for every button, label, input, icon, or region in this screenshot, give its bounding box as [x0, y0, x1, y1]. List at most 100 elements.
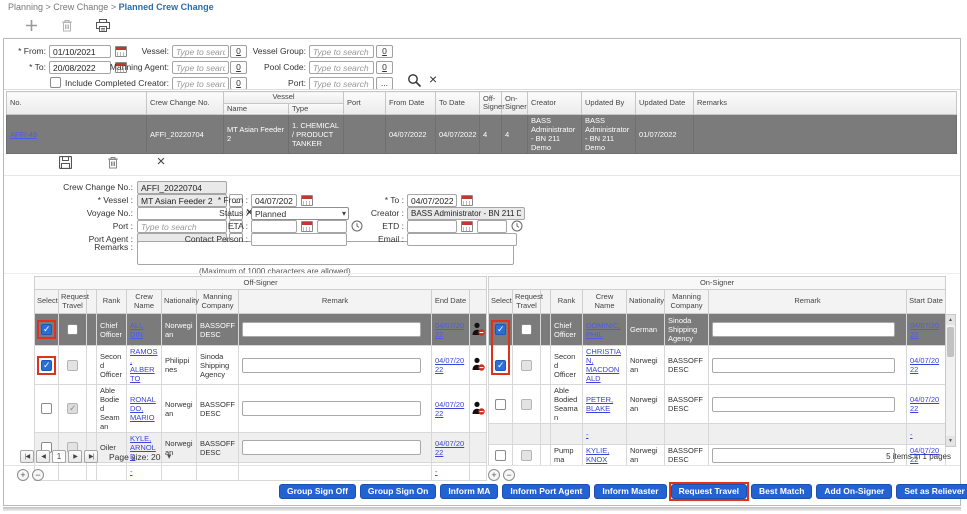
grid-row-selected[interactable]: AFFI-49 AFFI_20220704 MT Asian Feeder 2 …: [7, 115, 957, 154]
off-end-date-link[interactable]: 04/07/2022: [435, 321, 464, 339]
save-icon[interactable]: [56, 154, 74, 170]
on-header-rank[interactable]: Rank: [551, 290, 583, 314]
on-crew-name-link[interactable]: PETER, BLAKE: [586, 395, 613, 413]
grid-header-updated-date[interactable]: Updated Date: [636, 92, 694, 115]
filter-to-input[interactable]: [49, 61, 111, 74]
group-sign-off-button[interactable]: Group Sign Off: [279, 484, 356, 499]
off-remark-input-3[interactable]: [242, 440, 421, 455]
on-signer-row[interactable]: Able Bodied Seaman PETER, BLAKE Norwegia…: [489, 385, 946, 424]
grid-header-vessel-name[interactable]: Name: [224, 103, 289, 115]
breadcrumb-trail[interactable]: Planning > Crew Change >: [8, 2, 116, 12]
grid-header-remarks[interactable]: Remarks: [694, 92, 957, 115]
on-start-date-link[interactable]: 04/07/2022: [910, 321, 939, 339]
clock-icon[interactable]: [511, 220, 523, 232]
off-header-crew-name[interactable]: Crew Name: [127, 290, 162, 314]
delete-record-icon[interactable]: [104, 154, 122, 170]
clear-search-icon[interactable]: ×: [429, 71, 437, 87]
calendar-icon[interactable]: [301, 195, 313, 206]
filter-vessel-group-input[interactable]: [309, 45, 374, 58]
filter-manning-agent-input[interactable]: [172, 61, 229, 74]
grid-header-crew-change-no[interactable]: Crew Change No.: [147, 92, 224, 115]
on-add-row-icon[interactable]: +: [488, 469, 500, 481]
crew-change-link[interactable]: AFFI-49: [10, 130, 37, 139]
on-remark-input-2[interactable]: [712, 397, 895, 412]
off-end-date-link[interactable]: 04/07/2022: [435, 439, 464, 457]
on-select-checkbox-0[interactable]: [495, 324, 506, 335]
off-select-checkbox-2[interactable]: [41, 403, 52, 414]
page-size-value[interactable]: 20: [151, 452, 160, 462]
delete-icon[interactable]: [58, 17, 76, 33]
pager-page-button[interactable]: 1: [52, 450, 66, 463]
grid-header-updated-by[interactable]: Updated By: [582, 92, 636, 115]
include-completed-checkbox[interactable]: [50, 77, 61, 88]
on-select-checkbox-1[interactable]: [495, 360, 506, 371]
on-remark-input-1[interactable]: [712, 358, 895, 373]
request-travel-button[interactable]: Request Travel: [671, 484, 747, 499]
grid-header-on-signer[interactable]: On-Signer: [502, 92, 528, 115]
on-select-checkbox-4[interactable]: [495, 450, 506, 461]
off-crew-name-link[interactable]: RAMOS, ALBERTO: [130, 347, 158, 383]
add-icon[interactable]: [22, 17, 40, 33]
scrollbar-thumb[interactable]: [947, 327, 954, 357]
on-signer-row[interactable]: Second Officer CHRISTIAN, MACDONALD Norw…: [489, 346, 946, 385]
inform-port-agent-button[interactable]: Inform Port Agent: [502, 484, 590, 499]
on-header-nationality[interactable]: Nationality: [627, 290, 665, 314]
grid-header-vessel-type[interactable]: Type: [289, 103, 344, 115]
on-header-manning-company[interactable]: Manning Company: [665, 290, 709, 314]
add-on-signer-button[interactable]: Add On-Signer: [816, 484, 892, 499]
crew-scrollbar[interactable]: ▲ ▼: [945, 314, 956, 447]
sign-off-person-icon[interactable]: [472, 401, 485, 415]
off-end-date-link[interactable]: 04/07/2022: [435, 356, 464, 374]
off-signer-row[interactable]: Chief Officer ALI, DIN Norwegian BASSOFF…: [35, 314, 487, 346]
set-as-reliever-button[interactable]: Set as Reliever: [896, 484, 967, 499]
scroll-up-icon[interactable]: ▲: [946, 315, 955, 325]
on-start-date-link[interactable]: 04/07/2022: [910, 395, 939, 413]
print-icon[interactable]: [94, 17, 112, 33]
inform-master-button[interactable]: Inform Master: [594, 484, 666, 499]
etd-time-field[interactable]: [477, 220, 507, 233]
scroll-down-icon[interactable]: ▼: [946, 436, 955, 446]
off-crew-name-link[interactable]: RONALDO, MARIO: [130, 395, 156, 422]
off-crew-name-link[interactable]: ALI, DIN: [130, 321, 143, 339]
detail-to-field[interactable]: [407, 194, 457, 207]
off-header-rank[interactable]: Rank: [97, 290, 127, 314]
etd-date-field[interactable]: [407, 220, 457, 233]
on-remark-input-0[interactable]: [712, 322, 895, 337]
on-header-start-date[interactable]: Start Date: [907, 290, 946, 314]
grid-header-to-date[interactable]: To Date: [436, 92, 480, 115]
off-header-manning-company[interactable]: Manning Company: [197, 290, 239, 314]
on-crew-name-link[interactable]: CHRISTIAN, MACDONALD: [586, 347, 621, 383]
email-field[interactable]: [407, 233, 517, 246]
on-crew-name-link[interactable]: DOMINIC, PHIL: [586, 321, 621, 339]
sign-off-person-icon[interactable]: [472, 322, 485, 336]
filter-pool-code-input[interactable]: [309, 61, 374, 74]
off-header-end-date[interactable]: End Date: [432, 290, 470, 314]
grid-header-creator[interactable]: Creator: [528, 92, 582, 115]
close-record-icon[interactable]: ×: [152, 153, 170, 169]
grid-header-from-date[interactable]: From Date: [386, 92, 436, 115]
filter-vessel-input[interactable]: [172, 45, 229, 58]
off-add-row-icon[interactable]: +: [17, 469, 29, 481]
off-remark-input-0[interactable]: [242, 322, 421, 337]
best-match-button[interactable]: Best Match: [751, 484, 812, 499]
on-request-travel-checkbox-0[interactable]: [521, 324, 532, 335]
off-signer-row[interactable]: Able Bodied Seaman RONALDO, MARIO Norweg…: [35, 385, 487, 433]
vessel-group-lookup-button[interactable]: 0: [376, 45, 393, 58]
off-request-travel-checkbox-0[interactable]: [67, 324, 78, 335]
pager-prev-button[interactable]: ◀: [36, 450, 50, 463]
calendar-icon[interactable]: [461, 195, 473, 206]
pool-code-lookup-button[interactable]: 0: [376, 61, 393, 74]
off-signer-row[interactable]: Second Officer RAMOS, ALBERTO Philippine…: [35, 346, 487, 385]
page-size-dropdown-icon[interactable]: ▾: [167, 451, 171, 462]
pager-last-button[interactable]: ▶|: [84, 450, 98, 463]
off-signer-row[interactable]: Oiler KYLE, ARNOLD Norwegian BASSOFF DES…: [35, 433, 487, 463]
pager-next-button[interactable]: ▶: [68, 450, 82, 463]
on-select-checkbox-2[interactable]: [495, 399, 506, 410]
grid-header-no[interactable]: No.: [7, 92, 147, 115]
off-select-checkbox-1[interactable]: [41, 360, 52, 371]
off-remark-input-1[interactable]: [242, 358, 421, 373]
calendar-icon[interactable]: [301, 221, 313, 232]
off-end-date-link[interactable]: 04/07/2022: [435, 400, 464, 418]
off-remark-input-2[interactable]: [242, 401, 421, 416]
off-remove-row-icon[interactable]: −: [32, 469, 44, 481]
